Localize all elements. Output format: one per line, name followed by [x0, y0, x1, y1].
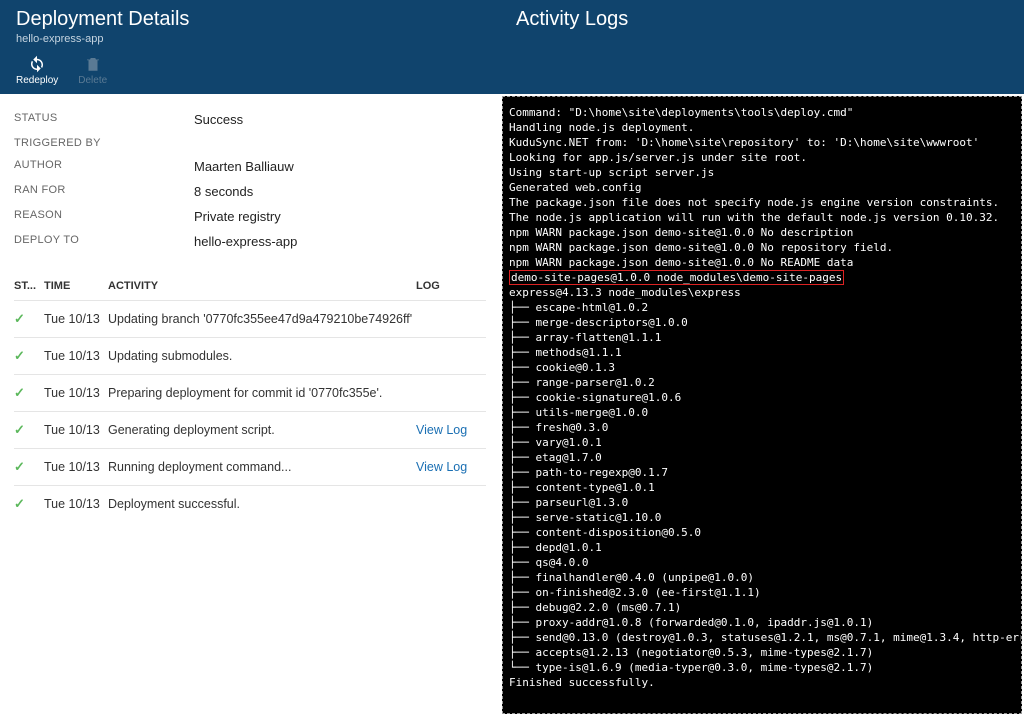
- logs-title: Activity Logs: [516, 8, 1008, 31]
- deployment-details-panel: Deployment Details hello-express-app Red…: [0, 0, 500, 716]
- reason-label: REASON: [14, 209, 194, 224]
- author-value: Maarten Balliauw: [194, 159, 294, 174]
- delete-button[interactable]: Delete: [78, 55, 107, 86]
- deployto-label: DEPLOY TO: [14, 234, 194, 249]
- console-post: express@4.13.3 node_modules\express ├── …: [509, 286, 1022, 689]
- col-log-head: LOG: [416, 280, 486, 292]
- triggered-label: TRIGGERED BY: [14, 137, 194, 149]
- row-activity: Generating deployment script.: [108, 423, 416, 437]
- redeploy-button[interactable]: Redeploy: [16, 55, 58, 86]
- left-header: Deployment Details hello-express-app Red…: [0, 0, 500, 94]
- deployto-value: hello-express-app: [194, 234, 297, 249]
- check-icon: ✓: [14, 459, 25, 474]
- status-label: STATUS: [14, 112, 194, 127]
- check-icon: ✓: [14, 348, 25, 363]
- right-header: Activity Logs: [500, 0, 1024, 94]
- console-highlight: demo-site-pages@1.0.0 node_modules\demo-…: [509, 270, 844, 285]
- check-icon: ✓: [14, 496, 25, 511]
- table-header: ST... TIME ACTIVITY LOG: [14, 269, 486, 300]
- ranfor-label: RAN FOR: [14, 184, 194, 199]
- row-activity: Preparing deployment for commit id '0770…: [108, 386, 416, 400]
- table-row: ✓ Tue 10/13Preparing deployment for commi…: [14, 374, 486, 411]
- activity-logs-panel: Activity Logs Command: "D:\home\site\dep…: [500, 0, 1024, 716]
- col-time-head: TIME: [44, 280, 108, 292]
- row-activity: Deployment successful.: [108, 497, 416, 511]
- ranfor-value: 8 seconds: [194, 184, 253, 199]
- page-title: Deployment Details: [16, 8, 484, 31]
- row-time: Tue 10/13: [44, 497, 108, 511]
- check-icon: ✓: [14, 311, 25, 326]
- col-status-head: ST...: [14, 280, 44, 292]
- table-row: ✓ Tue 10/13Deployment successful.: [14, 485, 486, 522]
- table-row: ✓ Tue 10/13Running deployment command...V…: [14, 448, 486, 485]
- table-row: ✓ Tue 10/13Updating submodules.: [14, 337, 486, 374]
- reason-value: Private registry: [194, 209, 281, 224]
- console-output[interactable]: Command: "D:\home\site\deployments\tools…: [502, 96, 1022, 714]
- row-time: Tue 10/13: [44, 386, 108, 400]
- check-icon: ✓: [14, 385, 25, 400]
- row-time: Tue 10/13: [44, 312, 108, 326]
- view-log-link[interactable]: View Log: [416, 423, 467, 437]
- view-log-link[interactable]: View Log: [416, 460, 467, 474]
- details-section: STATUSSuccess TRIGGERED BY AUTHORMaarten…: [0, 94, 500, 269]
- redeploy-icon: [28, 55, 46, 73]
- check-icon: ✓: [14, 422, 25, 437]
- row-activity: Updating branch '0770fc355ee47d9a479210b…: [108, 312, 416, 326]
- delete-icon: [84, 55, 102, 73]
- author-label: AUTHOR: [14, 159, 194, 174]
- activity-table: ST... TIME ACTIVITY LOG ✓Tue 10/13Updati…: [0, 269, 500, 522]
- table-row: ✓ Tue 10/13Updating branch '0770fc355ee47…: [14, 300, 486, 337]
- row-activity: Running deployment command...: [108, 460, 416, 474]
- row-time: Tue 10/13: [44, 460, 108, 474]
- col-activity-head: ACTIVITY: [108, 280, 416, 292]
- row-time: Tue 10/13: [44, 423, 108, 437]
- app-name: hello-express-app: [16, 33, 484, 45]
- table-row: ✓ Tue 10/13Generating deployment script.V…: [14, 411, 486, 448]
- status-value: Success: [194, 112, 243, 127]
- row-time: Tue 10/13: [44, 349, 108, 363]
- console-pre: Command: "D:\home\site\deployments\tools…: [509, 106, 999, 269]
- row-activity: Updating submodules.: [108, 349, 416, 363]
